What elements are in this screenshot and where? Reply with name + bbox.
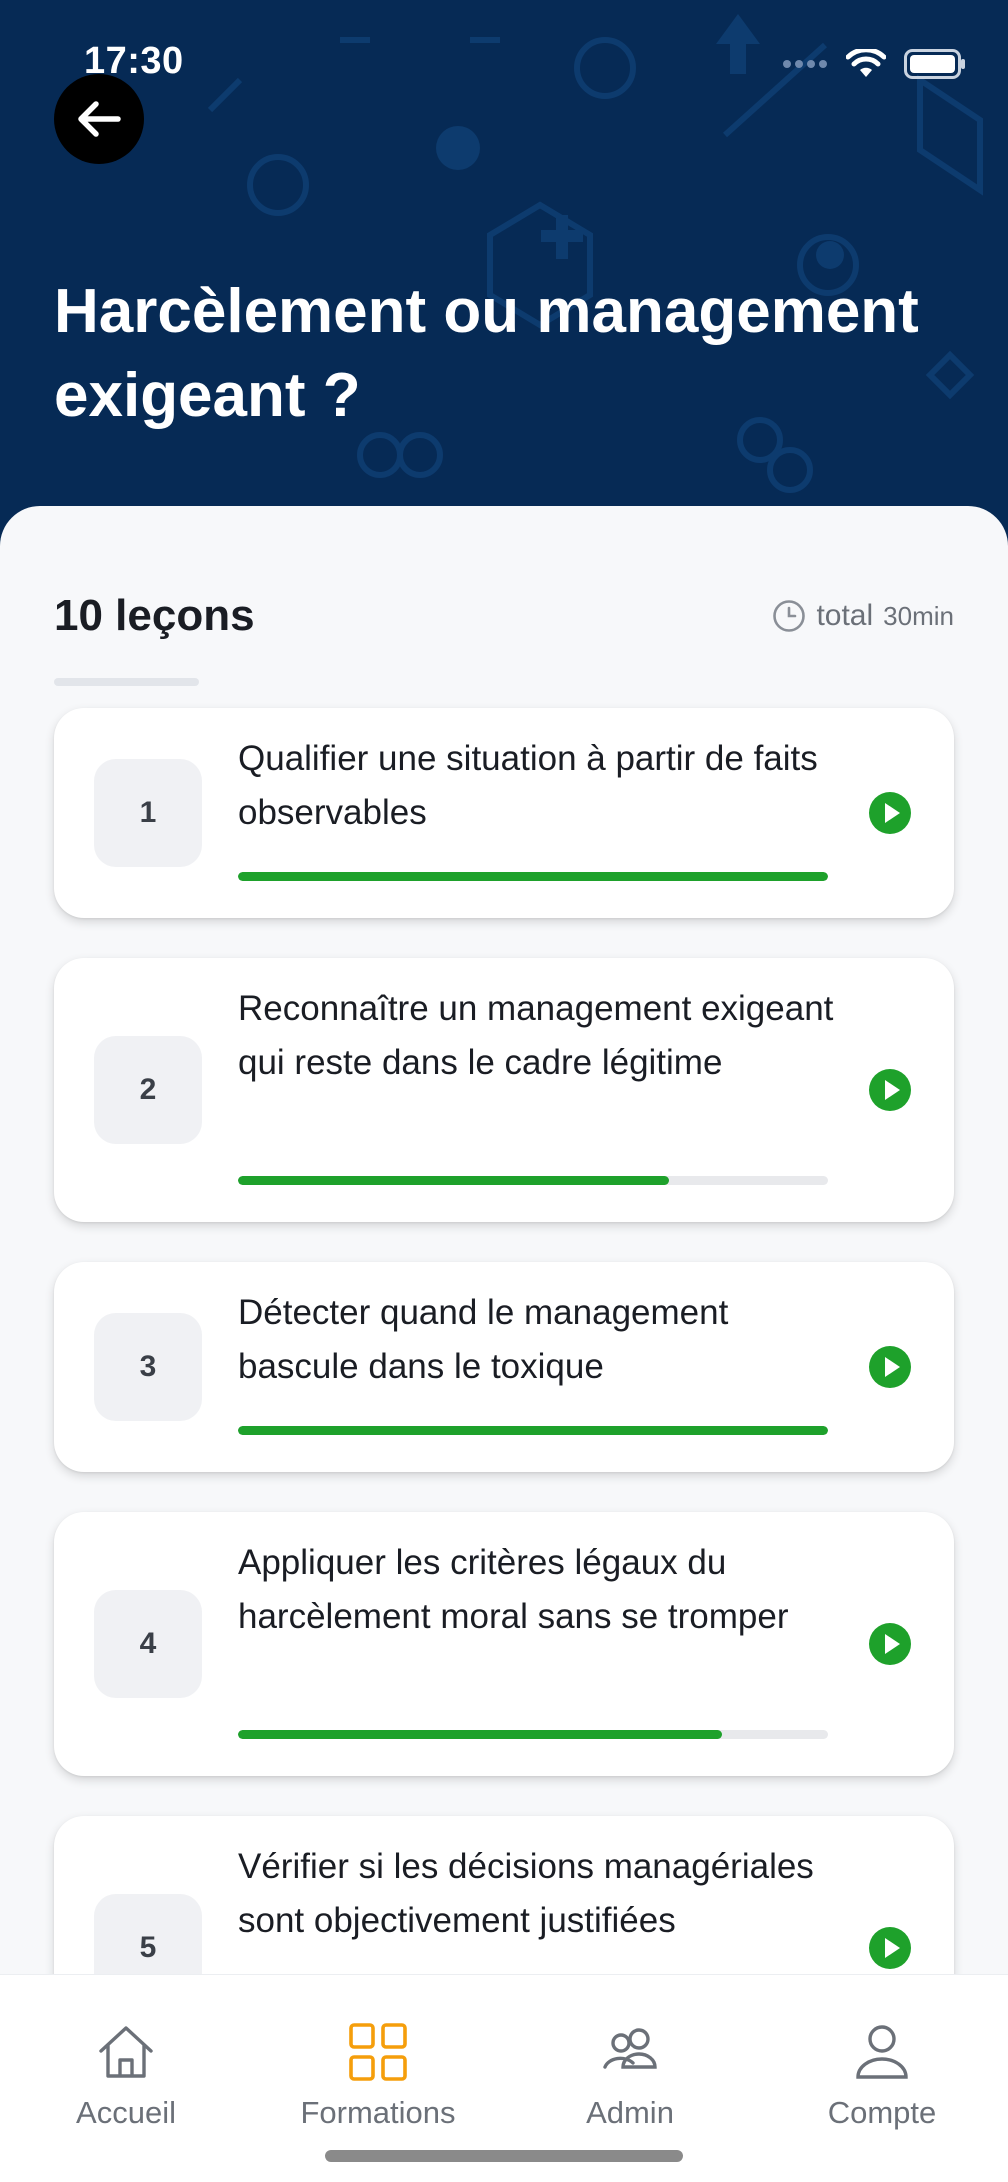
signal-icon (783, 60, 827, 68)
course-title: Harcèlement ou management exigeant ? (54, 277, 919, 430)
lessons-sheet: 10 leçons total 30min 1 Qualifier une si… (0, 506, 1008, 2182)
battery-icon (904, 49, 965, 79)
lesson-number: 2 (94, 1036, 202, 1144)
tab-label: Admin (586, 2095, 674, 2130)
back-button[interactable] (54, 74, 144, 164)
lesson-card[interactable]: 1 Qualifier une situation à partir de fa… (54, 708, 954, 918)
lesson-progress-bar (238, 1176, 828, 1185)
lesson-progress-bar (238, 1426, 828, 1435)
lesson-card[interactable]: 4 Appliquer les critères légaux du harcè… (54, 1512, 954, 1776)
status-icons (782, 46, 966, 82)
total-label: total (816, 599, 874, 632)
tab-compte[interactable]: Compte (756, 1975, 1008, 2145)
lesson-progress-fill (238, 1176, 669, 1185)
home-indicator (325, 2150, 683, 2162)
lesson-number: 4 (94, 1590, 202, 1698)
tab-admin[interactable]: Admin (504, 1975, 756, 2145)
lesson-count: 10 leçons (54, 591, 255, 640)
lesson-progress-bar (238, 1730, 828, 1739)
grid-icon (349, 2023, 407, 2081)
wifi-icon (846, 49, 886, 77)
lesson-number: 1 (94, 759, 202, 867)
lesson-card[interactable]: 3 Détecter quand le management bascule d… (54, 1262, 954, 1472)
tab-label: Compte (827, 2095, 937, 2130)
lesson-progress-fill (238, 872, 828, 881)
lesson-progress-fill (238, 1426, 828, 1435)
home-icon (99, 2026, 153, 2078)
play-icon[interactable] (868, 1926, 912, 1970)
lesson-title: Reconnaître un management exigeant qui r… (238, 989, 834, 1082)
lesson-number: 3 (94, 1313, 202, 1421)
tab-formations[interactable]: Formations (252, 1975, 504, 2145)
lesson-title: Détecter quand le management bascule dan… (238, 1293, 729, 1386)
total-duration: total 30min (772, 599, 954, 633)
play-icon[interactable] (868, 791, 912, 835)
lesson-title: Vérifier si les décisions managériales s… (238, 1847, 814, 1940)
play-icon[interactable] (868, 1622, 912, 1666)
tab-label: Formations (300, 2095, 456, 2130)
total-duration-value: 30min (883, 600, 954, 631)
course-header: 17:30 Harcèlement ou management exigeant… (0, 0, 1008, 560)
lessons-summary: 10 leçons total 30min (54, 586, 954, 646)
play-icon[interactable] (868, 1345, 912, 1389)
lesson-card[interactable]: 2 Reconnaître un management exigeant qui… (54, 958, 954, 1222)
tab-accueil[interactable]: Accueil (0, 1975, 252, 2145)
lesson-title: Qualifier une situation à partir de fait… (238, 739, 818, 832)
tab-label: Accueil (76, 2095, 176, 2130)
users-icon (603, 2028, 657, 2069)
play-icon[interactable] (868, 1068, 912, 1112)
lesson-title: Appliquer les critères légaux du harcèle… (238, 1543, 789, 1636)
section-divider (54, 678, 199, 686)
user-icon (856, 2025, 908, 2079)
lesson-progress-fill (238, 1730, 722, 1739)
arrow-left-icon (78, 101, 121, 137)
lesson-progress-bar (238, 872, 828, 881)
clock-icon (773, 600, 806, 632)
